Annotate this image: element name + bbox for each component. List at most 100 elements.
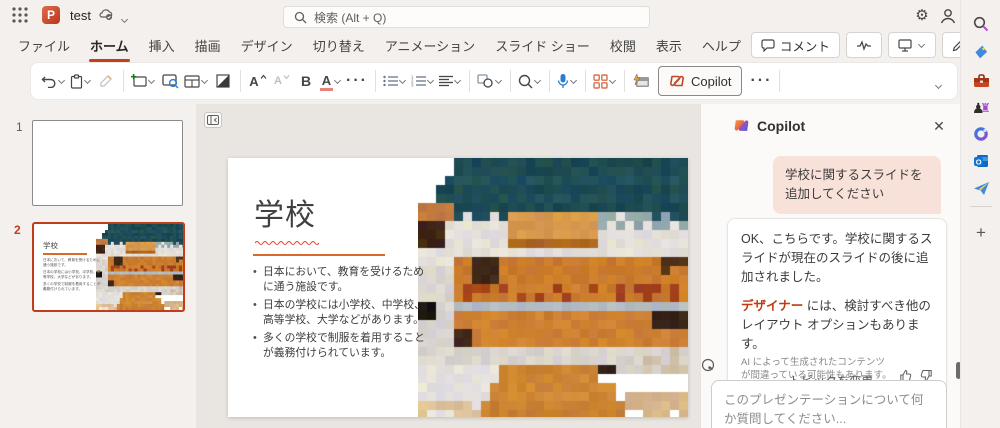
toolbar-separator [548, 70, 550, 92]
numbered-list-chevron-icon[interactable] [427, 77, 435, 85]
catch-up-button[interactable] [845, 32, 882, 58]
tab-insert[interactable]: 挿入 [139, 30, 185, 61]
copilot-header: Copilot ✕ [701, 112, 961, 140]
numbered-list-button[interactable]: 123 [409, 67, 437, 95]
tab-home[interactable]: ホーム [80, 30, 139, 62]
powerpoint-logo-icon[interactable]: P [42, 6, 60, 24]
grow-font-button[interactable]: A [246, 67, 270, 95]
shape-fill-button[interactable] [211, 67, 235, 95]
close-icon[interactable]: ✕ [929, 116, 949, 136]
saved-to-cloud-icon [98, 7, 114, 21]
ribbon-tabs: ファイル ホーム 挿入 描画 デザイン 切り替え アニメーション スライド ショ… [0, 30, 751, 62]
rail-tag-icon[interactable] [971, 42, 991, 62]
font-color-button[interactable]: A [318, 67, 344, 95]
svg-text:♜: ♜ [980, 101, 990, 115]
assistant-designer-line: デザイナー には、検討すべき他のレイアウト オプションもあります。 [741, 299, 931, 351]
rail-send-plane-icon[interactable] [971, 178, 991, 198]
tab-animations[interactable]: アニメーション [375, 30, 485, 61]
slide-photo-classroom[interactable] [418, 158, 688, 417]
designer-button[interactable] [591, 67, 619, 95]
slide-1-number: 1 [16, 120, 23, 134]
shapes-button[interactable] [475, 67, 505, 95]
tab-help[interactable]: ヘルプ [692, 30, 751, 61]
more-commands-button[interactable]: ··· [748, 67, 774, 95]
document-title[interactable]: test [70, 8, 91, 23]
rail-search-icon[interactable] [971, 14, 991, 34]
present-dropdown-chevron-icon[interactable] [918, 41, 926, 49]
toolbar-separator [779, 70, 781, 92]
slide-2-number: 2 [14, 223, 21, 237]
find-button[interactable] [516, 67, 544, 95]
bullet-list-chevron-icon[interactable] [399, 77, 407, 85]
rail-chess-icon[interactable]: ♟ ♜ [971, 97, 991, 117]
designer-chevron-icon[interactable] [609, 77, 617, 85]
format-painter-button[interactable] [94, 67, 118, 95]
align-text-chevron-icon[interactable] [454, 77, 462, 85]
app-launcher-icon[interactable] [12, 7, 28, 23]
tab-view[interactable]: 表示 [646, 30, 692, 61]
tab-draw[interactable]: 描画 [185, 30, 231, 61]
bold-button[interactable]: B [294, 67, 318, 95]
svg-text:3: 3 [411, 83, 414, 87]
dictate-chevron-icon[interactable] [570, 77, 578, 85]
workspace: 1 2 学校 日本において、教育を受けるために通う施設です。 日本の学校には小学… [0, 104, 1000, 428]
tab-review[interactable]: 校閲 [600, 30, 646, 61]
comments-button[interactable]: コメント [750, 32, 840, 58]
rail-divider [970, 206, 992, 207]
layout-button[interactable] [182, 67, 211, 95]
tab-slideshow[interactable]: スライド ショー [485, 30, 600, 61]
activity-pulse-icon [856, 39, 872, 51]
account-person-icon[interactable] [938, 6, 958, 26]
copilot-toolbar-button[interactable]: Copilot [657, 66, 743, 96]
thumbnail-bullets: 日本において、教育を受けるために通う施設です。 日本の学校には小学校、中学校、高… [43, 258, 101, 291]
toolbar-separator [123, 70, 124, 92]
shapes-chevron-icon[interactable] [495, 77, 503, 85]
slide-title[interactable]: 学校 [254, 190, 316, 234]
title-dropdown-chevron-icon[interactable] [120, 11, 129, 29]
bullet-list-button[interactable] [381, 67, 409, 95]
new-slide-chevron-icon[interactable] [148, 77, 156, 85]
slide-body-text[interactable]: • 日本において、教育を受けるために通う施設です。 • 日本の学校には小学校、中学校… [253, 265, 425, 364]
align-text-button[interactable] [437, 67, 464, 95]
rail-add-apps-icon[interactable]: + [971, 223, 991, 243]
copilot-panel-title: Copilot [757, 118, 806, 134]
new-slide-button[interactable] [129, 67, 158, 95]
search-input[interactable]: 検索 (Alt + Q) [283, 6, 650, 28]
svg-text:O: O [976, 157, 982, 166]
rail-toolbox-icon[interactable] [971, 70, 991, 90]
slide-2-thumbnail[interactable]: 学校 日本において、教育を受けるために通う施設です。 日本の学校には小学校、中学… [32, 222, 185, 312]
layout-chevron-icon[interactable] [201, 77, 209, 85]
rail-outlook-icon[interactable]: O [971, 151, 991, 171]
ribbon-tab-row: ファイル ホーム 挿入 描画 デザイン 切り替え アニメーション スライド ショ… [0, 30, 1000, 62]
undo-button[interactable] [39, 67, 68, 95]
settings-gear-icon[interactable]: ⚙ [912, 6, 932, 26]
dictate-button[interactable] [555, 67, 580, 95]
collapse-ribbon-chevron-icon[interactable] [934, 77, 943, 95]
slide-preview-button[interactable] [158, 67, 182, 95]
top-bar: P test 検索 (Alt + Q) ⚙ [0, 0, 960, 30]
paste-chevron-icon[interactable] [84, 77, 92, 85]
toolbar-separator [468, 70, 470, 92]
font-color-chevron-icon[interactable] [334, 77, 342, 85]
tab-file[interactable]: ファイル [8, 30, 80, 61]
tab-design[interactable]: デザイン [231, 30, 303, 61]
designer-link[interactable]: デザイナー [741, 299, 803, 313]
quick-start-button[interactable] [630, 67, 654, 95]
find-chevron-icon[interactable] [534, 77, 542, 85]
copilot-input[interactable]: このプレゼンテーションについて何か質問してください... [711, 380, 947, 428]
slide-editor[interactable]: 学校 • 日本において、教育を受けるために通う施設です。 • 日本の学校には小学校、… [228, 158, 688, 417]
collapse-thumbnail-pane-button[interactable] [204, 112, 222, 128]
toolbar-separator [374, 70, 376, 92]
new-topic-broom-icon [701, 358, 715, 372]
tab-transitions[interactable]: 切り替え [303, 30, 375, 61]
copilot-logo-icon [733, 117, 750, 134]
rail-loop-icon[interactable] [971, 124, 991, 144]
slide-title-divider[interactable] [253, 254, 385, 256]
slide-1-thumbnail[interactable] [32, 120, 183, 206]
present-button[interactable] [887, 32, 936, 58]
more-font-options-button[interactable]: ··· [344, 67, 370, 95]
undo-chevron-icon[interactable] [58, 77, 66, 85]
shrink-font-button[interactable]: A [270, 67, 294, 95]
paste-button[interactable] [68, 67, 94, 95]
copilot-panel: Copilot ✕ 学校に関するスライドを追加してください OK、こちらです。学… [700, 104, 961, 428]
